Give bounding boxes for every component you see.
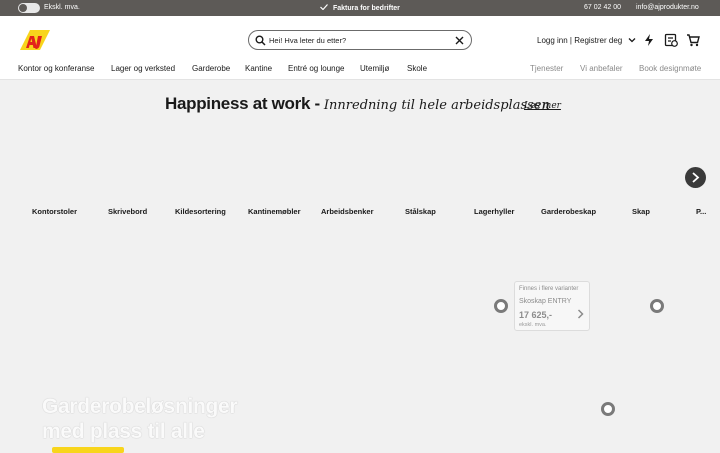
category-partial[interactable]: P... [696, 207, 706, 216]
hero-title-script: Innredning til hele arbeidsplassen [323, 98, 550, 113]
nav-item-entre[interactable]: Entré og lounge [288, 64, 345, 73]
product-hotspot[interactable] [494, 299, 508, 313]
search-input[interactable] [269, 33, 449, 47]
category-kontorstoler[interactable]: Kontorstoler [32, 207, 77, 216]
hero-title-bold: Happiness at work - [165, 94, 320, 113]
nav-item-tjenester[interactable]: Tjenester [530, 64, 563, 73]
chevron-down-icon [629, 38, 636, 43]
product-popup-card[interactable]: Finnes i flere varianter Skoskap ENTRY 1… [514, 281, 590, 331]
category-arbeidsbenker[interactable]: Arbeidsbenker [321, 207, 374, 216]
login-menu[interactable]: Logg inn | Registrer deg [537, 36, 636, 45]
product-variants-note: Finnes i flere varianter [519, 286, 579, 292]
category-skap[interactable]: Skap [632, 207, 650, 216]
invoice-link[interactable]: Faktura for bedrifter [320, 4, 400, 12]
hero-title: Happiness at work - Innredning til hele a… [165, 94, 561, 116]
banner-line-1: Garderobeløsninger [42, 395, 238, 418]
product-vat-note: ekskl. mva. [519, 322, 547, 328]
carousel-next-button[interactable] [685, 167, 706, 188]
nav-item-anbefaler[interactable]: Vi anbefaler [580, 64, 623, 73]
chevron-right-icon [577, 309, 584, 319]
vat-toggle-knob [19, 4, 27, 12]
nav-item-kontor[interactable]: Kontor og konferanse [18, 64, 95, 73]
category-lagerhyller[interactable]: Lagerhyller [474, 207, 514, 216]
nav-item-garderobe[interactable]: Garderobe [192, 64, 230, 73]
product-hotspot[interactable] [650, 299, 664, 313]
cart-icon[interactable] [686, 33, 700, 47]
header: Logg inn | Registrer deg Kontor og konfe… [0, 16, 720, 80]
phone-link[interactable]: 67 02 42 00 [584, 4, 621, 11]
product-name: Skoskap ENTRY [519, 298, 572, 305]
invoice-label: Faktura for bedrifter [333, 5, 400, 12]
search-icon[interactable] [255, 35, 266, 46]
nav-item-kantine[interactable]: Kantine [245, 64, 272, 73]
category-skrivebord[interactable]: Skrivebord [108, 207, 147, 216]
vat-toggle[interactable] [18, 3, 40, 13]
email-link[interactable]: info@ajprodukter.no [636, 4, 699, 11]
banner-cta-button[interactable] [52, 447, 124, 453]
quote-icon[interactable] [664, 33, 678, 47]
banner-line-2: med plass til alle [42, 420, 205, 443]
top-bar: Ekskl. mva. Faktura for bedrifter 67 02 … [0, 0, 720, 16]
check-icon [320, 4, 328, 10]
nav-item-utemiljo[interactable]: Utemiljø [360, 64, 389, 73]
nav-item-skole[interactable]: Skole [407, 64, 427, 73]
aj-logo[interactable] [18, 28, 52, 52]
search-box[interactable] [248, 30, 472, 50]
promo-banner-heading: Garderobeløsninger med plass til alle [42, 394, 342, 444]
category-kantinemobler[interactable]: Kantinemøbler [248, 207, 301, 216]
chevron-right-icon [692, 172, 700, 183]
vat-toggle-label: Ekskl. mva. [44, 4, 80, 11]
clear-icon[interactable] [454, 35, 465, 46]
product-price: 17 625,- [519, 310, 553, 320]
quick-order-icon[interactable] [642, 33, 656, 47]
nav-item-designmote[interactable]: Book designmøte [639, 64, 701, 73]
read-more-link[interactable]: Les mer [524, 101, 561, 111]
category-garderobeskap[interactable]: Garderobeskap [541, 207, 596, 216]
category-stalskap[interactable]: Stålskap [405, 207, 436, 216]
category-kildesortering[interactable]: Kildesortering [175, 207, 226, 216]
nav-item-lager[interactable]: Lager og verksted [111, 64, 175, 73]
login-label: Logg inn | Registrer deg [537, 36, 623, 45]
product-hotspot[interactable] [601, 402, 615, 416]
